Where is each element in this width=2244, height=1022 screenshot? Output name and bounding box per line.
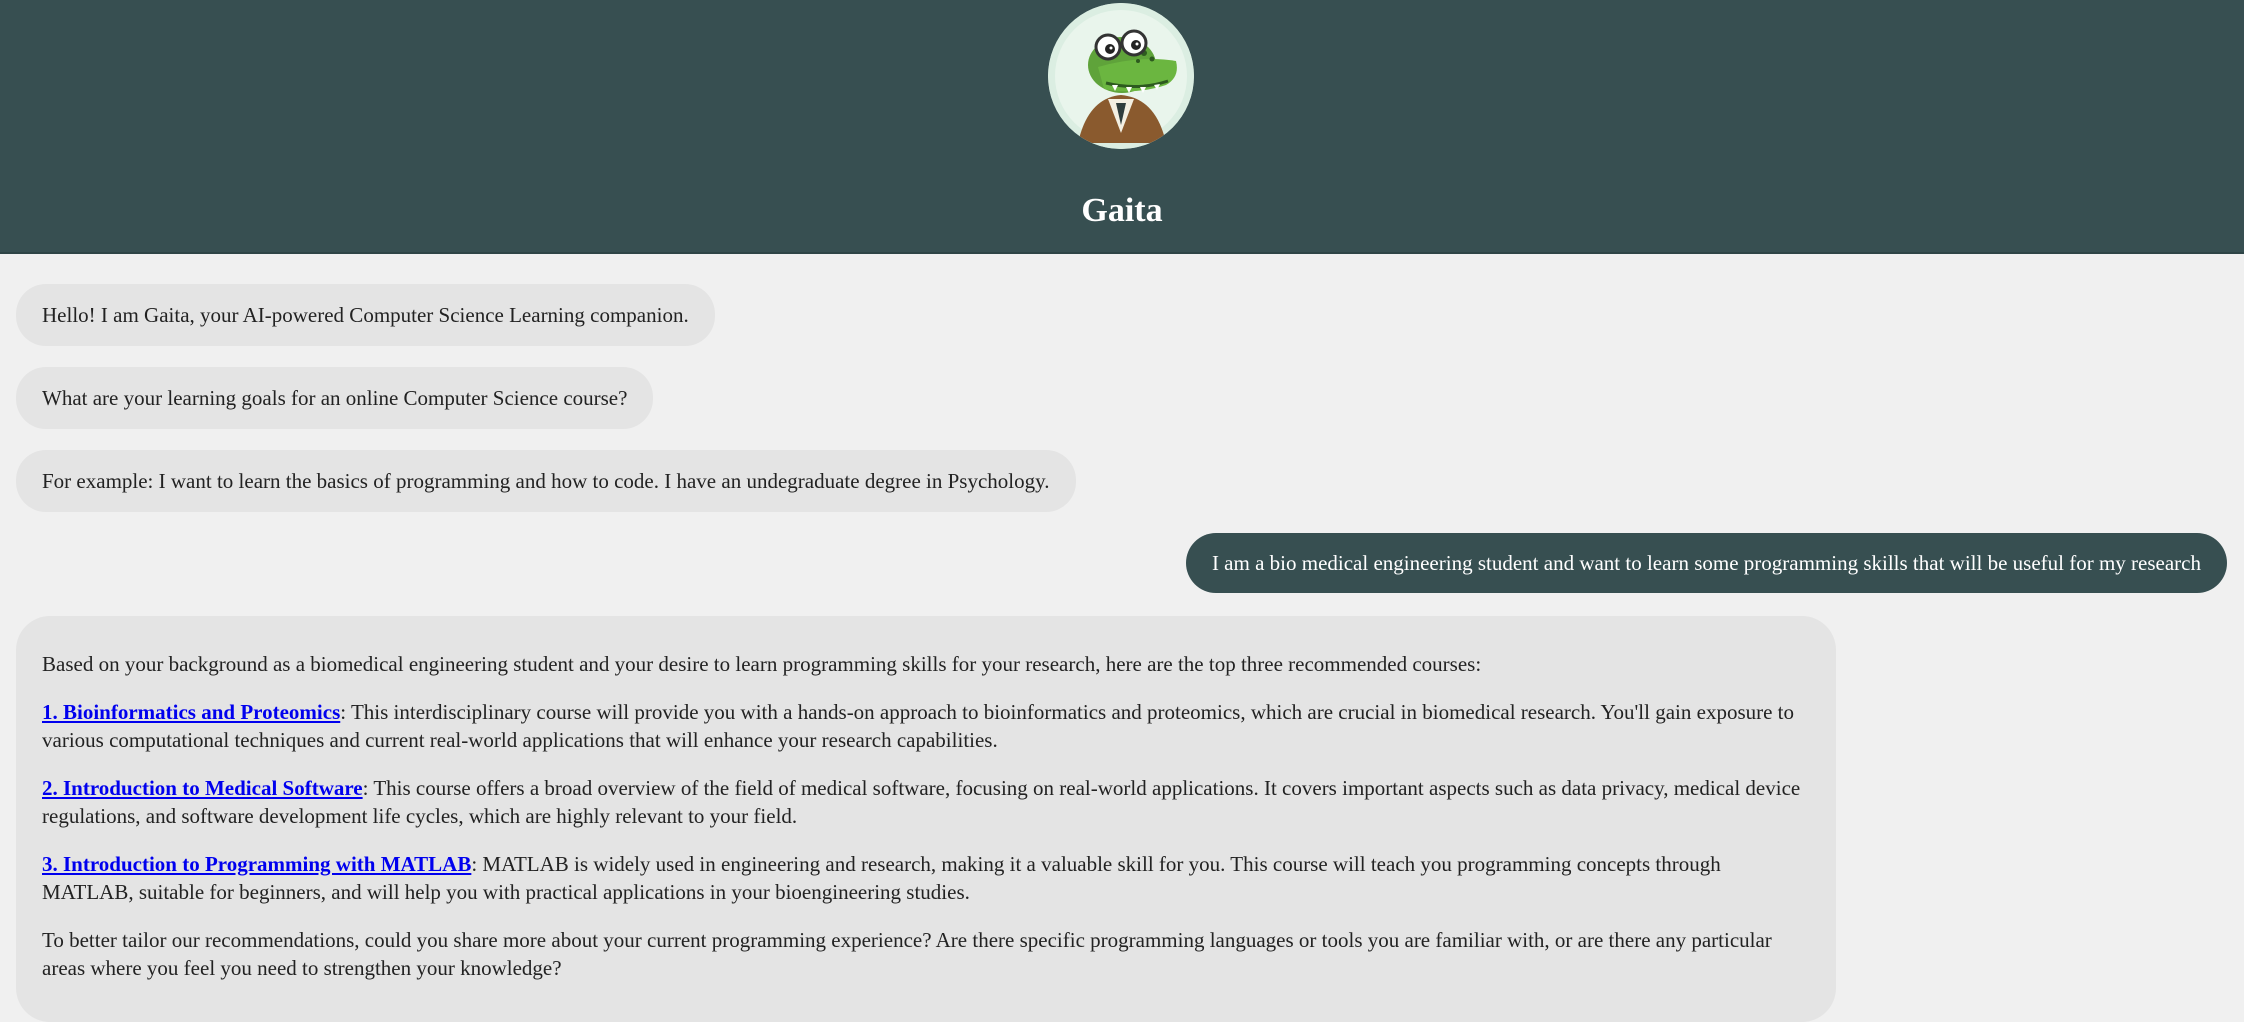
bot-message: Hello! I am Gaita, your AI-powered Compu… bbox=[16, 284, 715, 346]
course-recommendation: 3. Introduction to Programming with MATL… bbox=[42, 850, 1810, 906]
alligator-mascot-icon bbox=[1048, 3, 1194, 149]
app-title: Gaita bbox=[1081, 192, 1163, 229]
message-text: For example: I want to learn the basics … bbox=[42, 469, 1050, 493]
app-header: Gaita bbox=[0, 0, 2244, 254]
bot-recommendation-message: Based on your background as a biomedical… bbox=[16, 616, 1836, 1022]
message-text: What are your learning goals for an onli… bbox=[42, 386, 628, 410]
course-recommendation: 1. Bioinformatics and Proteomics: This i… bbox=[42, 698, 1810, 754]
recommendation-closing: To better tailor our recommendations, co… bbox=[42, 928, 1772, 980]
recommendation-intro: Based on your background as a biomedical… bbox=[42, 652, 1482, 676]
course-link-matlab[interactable]: 3. Introduction to Programming with MATL… bbox=[42, 852, 471, 876]
course-link-bioinformatics[interactable]: 1. Bioinformatics and Proteomics bbox=[42, 700, 340, 724]
course-link-medical-software[interactable]: 2. Introduction to Medical Software bbox=[42, 776, 363, 800]
bot-message: What are your learning goals for an onli… bbox=[16, 367, 654, 429]
bot-message: For example: I want to learn the basics … bbox=[16, 450, 1076, 512]
course-recommendation: 2. Introduction to Medical Software: Thi… bbox=[42, 774, 1810, 830]
user-message: I am a bio medical engineering student a… bbox=[1185, 533, 2227, 593]
chat-area[interactable]: Hello! I am Gaita, your AI-powered Compu… bbox=[0, 256, 2244, 1022]
message-text: Hello! I am Gaita, your AI-powered Compu… bbox=[42, 303, 689, 327]
message-text: I am a bio medical engineering student a… bbox=[1211, 551, 2201, 575]
